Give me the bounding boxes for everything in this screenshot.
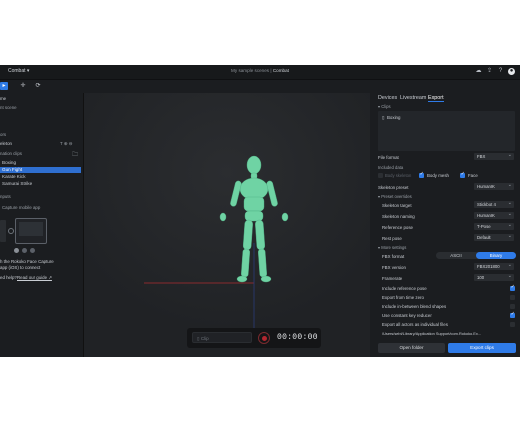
connect-text-line2: app (iOS) to connect xyxy=(0,265,41,270)
blend-shapes-checkbox[interactable] xyxy=(510,304,515,309)
fbx-format-binary-pill[interactable]: Binary xyxy=(476,252,516,259)
clip-label: Karate Kick xyxy=(2,174,26,179)
breadcrumb: My sample scenes | Combat xyxy=(0,68,520,73)
export-clips-button[interactable]: Export clips xyxy=(448,343,516,353)
folder-icon[interactable]: 🗀 xyxy=(72,150,78,160)
body-mesh-label: Body mesh xyxy=(427,173,449,178)
fbx-format-label: FBX format xyxy=(382,254,405,259)
upload-icon[interactable]: ⇪ xyxy=(486,68,493,75)
fbx-version-select[interactable]: FBX201800 xyxy=(474,262,514,270)
more-settings-header[interactable]: ▾ More settings xyxy=(378,245,406,250)
move-icon[interactable]: ✛ xyxy=(19,82,27,90)
individual-files-checkbox[interactable] xyxy=(510,322,515,327)
left-panel: me nt scene ors eleton T ⊕ ⊖ nation clip… xyxy=(0,93,84,357)
clip-label: Samurai Strike xyxy=(2,181,33,186)
option-label: Use constant key reducer xyxy=(382,313,432,318)
included-data-label: Included data xyxy=(378,165,404,170)
breadcrumb-scene[interactable]: My sample scenes xyxy=(231,68,269,73)
override-label: Rest pose xyxy=(382,236,402,241)
skeleton-naming-select[interactable]: HumanIK xyxy=(474,211,514,219)
scene-canvas xyxy=(84,93,370,357)
option-label: Export all actors as individual files xyxy=(382,322,448,327)
toolbar: ▸ ✛ ⟳ xyxy=(0,80,83,93)
clip-row-gun-fight[interactable]: Gun Fight xyxy=(0,167,81,173)
help-icon[interactable]: ? xyxy=(497,68,504,75)
clips-export-list[interactable]: Boxing ▯ xyxy=(378,111,515,151)
skeleton-preset-select[interactable]: HumanIK xyxy=(474,182,514,190)
cloud-icon[interactable]: ☁ xyxy=(475,68,482,75)
help-prefix: ed help? xyxy=(0,275,17,280)
include-reference-pose-checkbox[interactable] xyxy=(510,285,515,291)
fbx-format-toggle[interactable]: ASCII Binary xyxy=(436,252,516,259)
export-path[interactable]: /Users/sebt/Library/Application Support/… xyxy=(382,331,481,336)
clip-label: Gun Fight xyxy=(2,167,23,172)
preset-overrides-header[interactable]: ▾ Preset overrides xyxy=(378,194,412,199)
clip-row-boxing[interactable]: Boxing xyxy=(0,160,81,166)
override-label: Skeleton target xyxy=(382,203,412,208)
actor-name[interactable]: eleton xyxy=(0,141,12,146)
animation-clips-label: nation clips xyxy=(0,151,22,156)
clip-name-input[interactable]: ▯ Clip xyxy=(192,332,252,343)
skeleton-preset-label: Skeleton preset xyxy=(378,185,409,190)
capture-note: Capture mobile app xyxy=(2,205,41,210)
face-checkbox[interactable] xyxy=(460,172,465,178)
read-guide-link[interactable]: Read our guide ↗ xyxy=(17,275,52,281)
override-label: Reference pose xyxy=(382,225,413,230)
3d-viewport[interactable]: ▯ Clip 00:00:00 xyxy=(84,93,370,357)
override-label: Skeleton naming xyxy=(382,214,415,219)
clip-placeholder: Clip xyxy=(200,336,209,341)
option-label: Include in-between blend shapes xyxy=(382,304,447,309)
file-format-label: File format xyxy=(378,155,399,160)
reference-pose-select[interactable]: T-Pose xyxy=(474,222,514,230)
carousel-dot[interactable] xyxy=(14,248,19,253)
fbx-format-binary: Binary xyxy=(489,253,503,259)
scene-label: me xyxy=(0,96,7,101)
clips-section-header[interactable]: ▾ Clips xyxy=(378,104,391,109)
file-icon: ▯ xyxy=(382,115,385,120)
option-label: Include reference pose xyxy=(382,286,427,291)
body-skeleton-label: Body skeleton xyxy=(385,173,412,178)
actor-actions-icons[interactable]: T ⊕ ⊖ xyxy=(60,141,72,147)
avatar-icon[interactable]: ● xyxy=(508,68,515,75)
breadcrumb-current: Combat xyxy=(272,68,289,73)
tab-devices[interactable]: Devices xyxy=(378,95,397,101)
right-panel: Devices Livestream Export ▾ Clips Boxing… xyxy=(372,93,520,357)
clip-row-karate-kick[interactable]: Karate Kick xyxy=(0,174,81,180)
app-window: Combat ▾ My sample scenes | Combat ☁ ⇪ ?… xyxy=(0,65,520,357)
recording-bar: ▯ Clip 00:00:00 xyxy=(187,328,321,348)
tab-livestream[interactable]: Livestream xyxy=(400,95,426,101)
laptop-illustration xyxy=(15,218,47,244)
rotate-icon[interactable]: ⟳ xyxy=(34,82,42,90)
clip-row-samurai-strike[interactable]: Samurai Strike xyxy=(0,181,81,187)
skeleton-target-select[interactable]: Stickbot 4 xyxy=(474,200,514,208)
framerate-label: Framerate xyxy=(382,276,403,281)
file-format-select[interactable]: FBX xyxy=(474,152,514,160)
carousel-dot[interactable] xyxy=(30,248,35,253)
record-button[interactable] xyxy=(258,332,270,344)
connect-text-line1: h the Rokoko Face Capture xyxy=(0,259,54,264)
carousel-dot[interactable] xyxy=(22,248,27,253)
framerate-select[interactable]: 100 xyxy=(474,273,514,281)
record-timer: 00:00:00 xyxy=(277,333,318,342)
link-icon xyxy=(8,228,14,234)
clip-label: Boxing xyxy=(2,160,17,165)
open-folder-button[interactable]: Open folder xyxy=(378,343,445,353)
title-bar: Combat ▾ My sample scenes | Combat ☁ ⇪ ?… xyxy=(0,65,520,80)
tab-export[interactable]: Export xyxy=(428,95,444,102)
actors-section-label: ors xyxy=(0,132,7,137)
select-tool-icon[interactable]: ▸ xyxy=(0,82,8,90)
face-label: Face xyxy=(468,173,478,178)
inputs-section-label: nputs xyxy=(0,194,11,199)
option-label: Export from time zero xyxy=(382,295,424,300)
body-mesh-checkbox[interactable] xyxy=(419,172,424,178)
scene-sub-label: nt scene xyxy=(0,105,17,110)
body-skeleton-checkbox[interactable] xyxy=(378,173,383,178)
constant-key-reducer-checkbox[interactable] xyxy=(510,312,515,318)
rest-pose-select[interactable]: Default xyxy=(474,233,514,241)
fbx-format-ascii[interactable]: ASCII xyxy=(436,253,476,258)
phone-illustration xyxy=(0,220,6,242)
export-from-time-zero-checkbox[interactable] xyxy=(510,295,515,300)
export-clip-item[interactable]: Boxing xyxy=(387,115,400,120)
fbx-version-label: FBX version xyxy=(382,265,406,270)
